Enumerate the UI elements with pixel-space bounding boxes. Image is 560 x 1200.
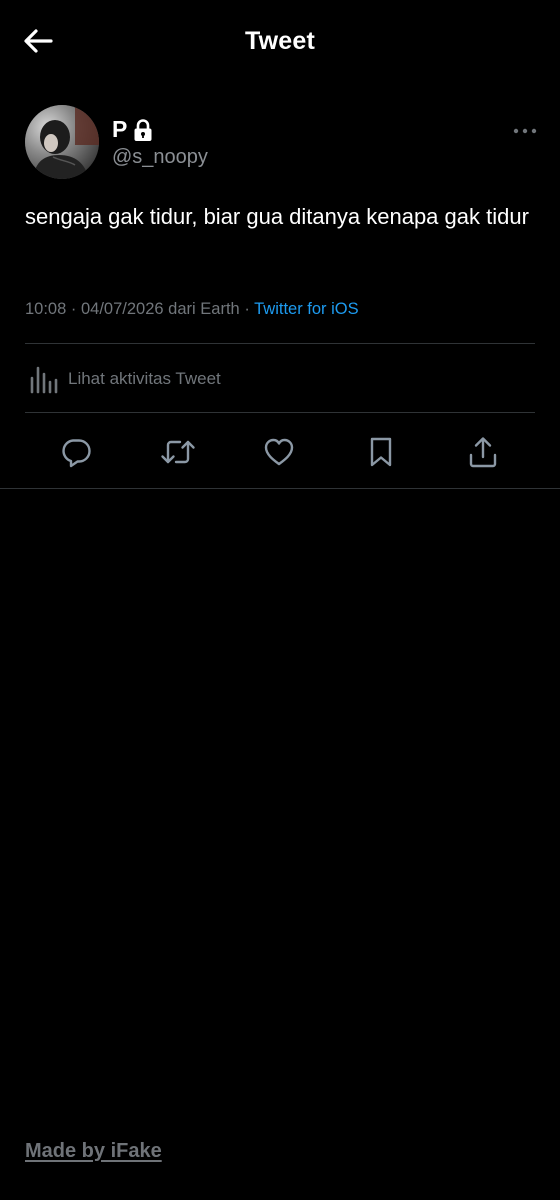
tweet-text: sengaja gak tidur, biar gua ditanya kena… [25, 204, 529, 229]
share-button[interactable] [463, 432, 503, 472]
avatar[interactable] [25, 105, 99, 179]
retweet-button[interactable] [158, 432, 198, 472]
avatar-image [25, 105, 99, 179]
tweet-action-bar [0, 432, 560, 472]
author-handle[interactable]: @s_noopy [112, 146, 208, 169]
page-title: Tweet [245, 27, 315, 55]
heart-icon [264, 438, 294, 466]
divider [25, 343, 535, 344]
display-name: P [112, 116, 128, 142]
reply-icon [62, 439, 91, 468]
lock-icon [133, 118, 153, 142]
author-name[interactable]: P [112, 116, 153, 143]
bookmark-button[interactable] [361, 432, 401, 472]
retweet-icon [161, 440, 195, 464]
tweet-source-link[interactable]: Twitter for iOS [254, 300, 359, 318]
analytics-icon [25, 362, 59, 396]
top-bar: Tweet [0, 0, 560, 82]
watermark-text: Made by iFake [25, 1140, 162, 1162]
more-dots-icon [513, 128, 537, 134]
share-icon [469, 437, 497, 468]
divider [25, 412, 535, 413]
reply-button[interactable] [56, 432, 96, 472]
tweet-meta: 10:08 · 04/07/2026 dari Earth · Twitter … [25, 300, 359, 319]
tweet-location: dari Earth [168, 300, 240, 318]
section-divider [0, 488, 560, 489]
more-options-button[interactable] [510, 122, 540, 140]
activity-label: Lihat aktivitas Tweet [68, 369, 221, 388]
tweet-date: 04/07/2026 [80, 300, 164, 318]
tweet-time: 10:08 [25, 300, 67, 318]
tweet-activity-link[interactable]: Lihat aktivitas Tweet [25, 362, 221, 396]
meta-separator: · [244, 300, 250, 318]
bookmark-icon [370, 437, 392, 467]
like-button[interactable] [259, 432, 299, 472]
meta-separator: · [70, 300, 77, 318]
